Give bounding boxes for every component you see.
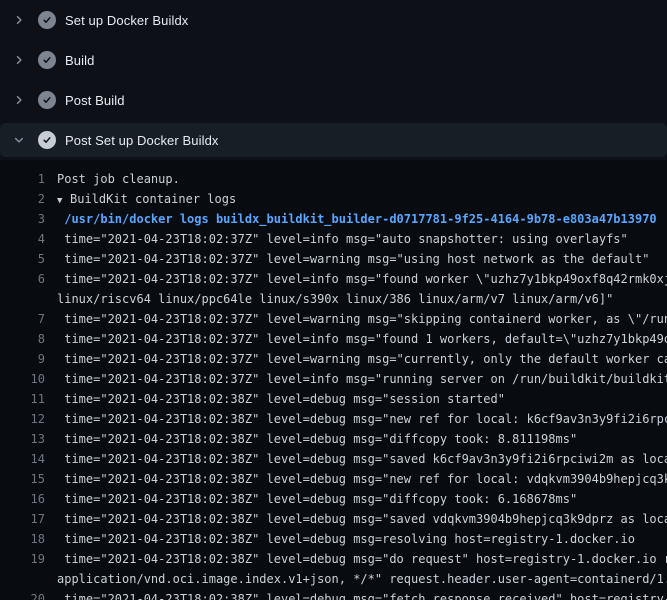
check-circle-icon: [38, 131, 56, 149]
steps-list: Set up Docker Buildx Build Post Build Po…: [0, 0, 667, 160]
log-line-number[interactable]: 8: [0, 329, 45, 349]
check-circle-icon: [38, 91, 56, 109]
log-line: 12 time="2021-04-23T18:02:38Z" level=deb…: [0, 409, 667, 429]
log-line-number[interactable]: 9: [0, 349, 45, 369]
log-line-text: time="2021-04-23T18:02:37Z" level=info m…: [57, 229, 628, 249]
log-line-text: linux/riscv64 linux/ppc64le linux/s390x …: [57, 289, 613, 309]
log-line-text: time="2021-04-23T18:02:38Z" level=debug …: [57, 409, 667, 429]
log-line-text: time="2021-04-23T18:02:38Z" level=debug …: [57, 589, 667, 600]
log-line-number[interactable]: 13: [0, 429, 45, 449]
log-line: 8 time="2021-04-23T18:02:37Z" level=info…: [0, 329, 667, 349]
log-line-number[interactable]: 11: [0, 389, 45, 409]
log-line-text: time="2021-04-23T18:02:38Z" level=debug …: [57, 529, 635, 549]
log-line: 2 ▼BuildKit container logs: [0, 189, 667, 209]
log-line-number[interactable]: 19: [0, 549, 45, 569]
log-line-number[interactable]: 18: [0, 529, 45, 549]
log-line-text: time="2021-04-23T18:02:38Z" level=debug …: [57, 509, 667, 529]
log-line-text: time="2021-04-23T18:02:38Z" level=debug …: [57, 469, 667, 489]
log-line-text: time="2021-04-23T18:02:38Z" level=debug …: [57, 389, 505, 409]
log-line: 16 time="2021-04-23T18:02:38Z" level=deb…: [0, 489, 667, 509]
log-line-number[interactable]: 16: [0, 489, 45, 509]
log-line: 6 time="2021-04-23T18:02:37Z" level=info…: [0, 269, 667, 289]
log-line-number: [0, 289, 45, 309]
log-line-number[interactable]: 14: [0, 449, 45, 469]
log-line: 3 /usr/bin/docker logs buildx_buildkit_b…: [0, 209, 667, 229]
step-label: Build: [65, 53, 94, 68]
log-line-text: time="2021-04-23T18:02:38Z" level=debug …: [57, 549, 667, 569]
log-line: 9 time="2021-04-23T18:02:37Z" level=warn…: [0, 349, 667, 369]
step-label: Post Build: [65, 93, 125, 108]
chevron-down-icon: [12, 133, 26, 147]
log-line-number[interactable]: 10: [0, 369, 45, 389]
step-header-set-up-docker-buildx[interactable]: Set up Docker Buildx: [0, 0, 667, 40]
log-line: 15 time="2021-04-23T18:02:38Z" level=deb…: [0, 469, 667, 489]
log-line: 4 time="2021-04-23T18:02:37Z" level=info…: [0, 229, 667, 249]
log-line-text: time="2021-04-23T18:02:38Z" level=debug …: [57, 489, 577, 509]
log-line-number[interactable]: 12: [0, 409, 45, 429]
check-circle-icon: [38, 51, 56, 69]
chevron-right-icon: [12, 53, 26, 67]
log-line-continuation: application/vnd.oci.image.index.v1+json,…: [0, 569, 667, 589]
log-line-text: time="2021-04-23T18:02:37Z" level=info m…: [57, 329, 667, 349]
step-header-build[interactable]: Build: [0, 40, 667, 80]
log-command-text: /usr/bin/docker logs buildx_buildkit_bui…: [57, 209, 657, 229]
check-circle-icon: [38, 11, 56, 29]
log-line-number[interactable]: 2: [0, 189, 45, 209]
chevron-right-icon: [12, 93, 26, 107]
log-line: 1 Post job cleanup.: [0, 169, 667, 189]
log-line-text: ▼BuildKit container logs: [57, 189, 236, 209]
log-line: 5 time="2021-04-23T18:02:37Z" level=warn…: [0, 249, 667, 269]
log-line-number[interactable]: 17: [0, 509, 45, 529]
log-line: 17 time="2021-04-23T18:02:38Z" level=deb…: [0, 509, 667, 529]
log-line: 19 time="2021-04-23T18:02:38Z" level=deb…: [0, 549, 667, 569]
log-line-number[interactable]: 5: [0, 249, 45, 269]
log-line-number[interactable]: 4: [0, 229, 45, 249]
chevron-right-icon: [12, 13, 26, 27]
step-label: Post Set up Docker Buildx: [65, 133, 219, 148]
log-line-number[interactable]: 1: [0, 169, 45, 189]
log-line-text: time="2021-04-23T18:02:37Z" level=warnin…: [57, 249, 649, 269]
log-group-toggle-icon[interactable]: ▼: [57, 191, 70, 209]
step-header-post-set-up-docker-buildx[interactable]: Post Set up Docker Buildx: [0, 123, 667, 157]
step-label: Set up Docker Buildx: [65, 13, 188, 28]
log-line: 13 time="2021-04-23T18:02:38Z" level=deb…: [0, 429, 667, 449]
log-line-number[interactable]: 6: [0, 269, 45, 289]
log-line-number: [0, 569, 45, 589]
log-line-number[interactable]: 3: [0, 209, 45, 229]
log-line-text: time="2021-04-23T18:02:37Z" level=info m…: [57, 369, 667, 389]
step-header-post-build[interactable]: Post Build: [0, 80, 667, 120]
log-line: 14 time="2021-04-23T18:02:38Z" level=deb…: [0, 449, 667, 469]
log-line-text: time="2021-04-23T18:02:37Z" level=warnin…: [57, 349, 667, 369]
log-line-continuation: linux/riscv64 linux/ppc64le linux/s390x …: [0, 289, 667, 309]
log-line-text: time="2021-04-23T18:02:37Z" level=info m…: [57, 269, 667, 289]
log-line: 20 time="2021-04-23T18:02:38Z" level=deb…: [0, 589, 667, 600]
log-line-number[interactable]: 15: [0, 469, 45, 489]
log-line-number[interactable]: 20: [0, 589, 45, 600]
log-line: 11 time="2021-04-23T18:02:38Z" level=deb…: [0, 389, 667, 409]
step-slot-post-set-up-docker-buildx: Post Set up Docker Buildx: [0, 123, 667, 163]
log-line: 7 time="2021-04-23T18:02:37Z" level=warn…: [0, 309, 667, 329]
log-line-text: Post job cleanup.: [57, 169, 180, 189]
log-line: 10 time="2021-04-23T18:02:37Z" level=inf…: [0, 369, 667, 389]
log-line-text: time="2021-04-23T18:02:38Z" level=debug …: [57, 449, 667, 469]
log-line-text: application/vnd.oci.image.index.v1+json,…: [57, 569, 667, 589]
log-line-number[interactable]: 7: [0, 309, 45, 329]
log-line: 18 time="2021-04-23T18:02:38Z" level=deb…: [0, 529, 667, 549]
log-viewer: 1 Post job cleanup. 2 ▼BuildKit container l…: [0, 160, 667, 600]
log-line-text: time="2021-04-23T18:02:37Z" level=warnin…: [57, 309, 667, 329]
log-line-text: time="2021-04-23T18:02:38Z" level=debug …: [57, 429, 577, 449]
